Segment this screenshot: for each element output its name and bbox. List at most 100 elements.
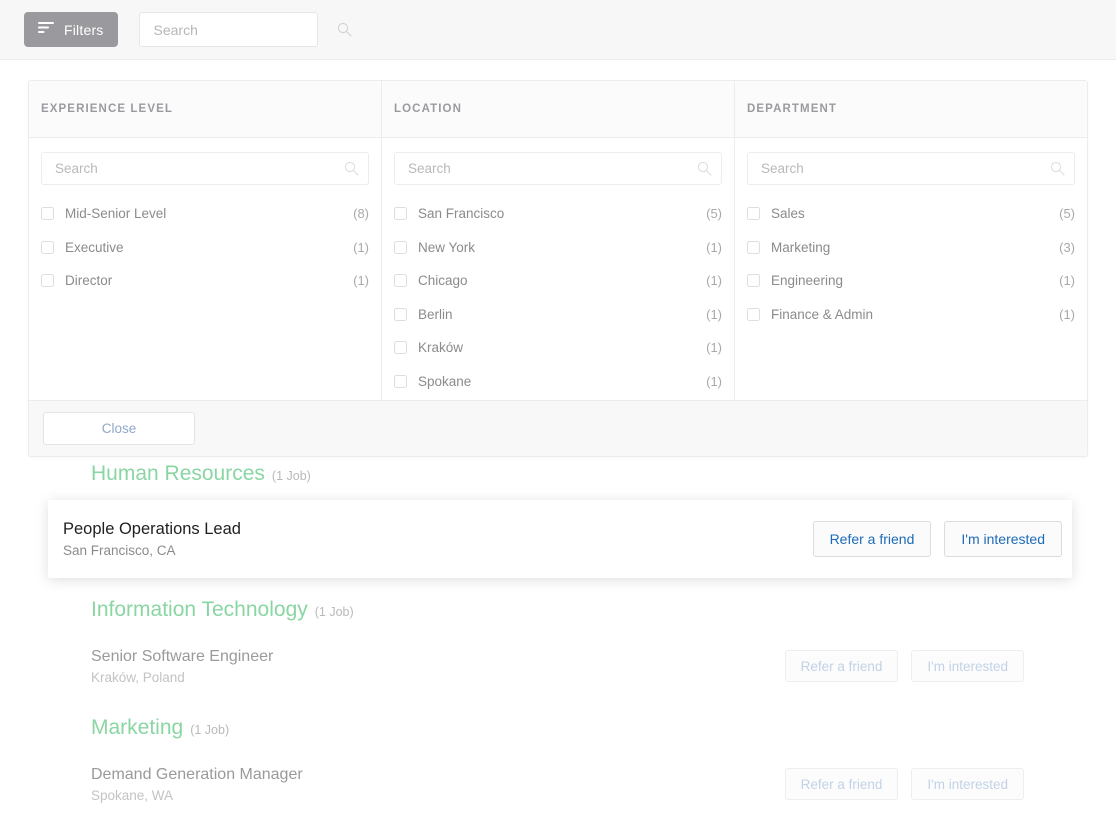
job-info: Demand Generation Manager Spokane, WA — [91, 766, 303, 803]
checkbox[interactable] — [394, 374, 407, 388]
refer-a-friend-button[interactable]: Refer a friend — [784, 768, 899, 800]
department-search-box[interactable] — [747, 152, 1075, 185]
job-group-heading: Information Technology (1 Job) — [0, 598, 1116, 622]
job-row[interactable]: Demand Generation Manager Spokane, WA Re… — [0, 748, 1116, 820]
job-info: People Operations Lead San Francisco, CA — [63, 520, 241, 558]
job-actions: Refer a friend I'm interested — [784, 768, 1024, 800]
filter-option-label: Kraków — [418, 340, 464, 356]
checkbox[interactable] — [747, 307, 760, 321]
filter-panel-footer: Close — [29, 400, 1087, 456]
filter-option[interactable]: Berlin (1) — [394, 298, 722, 332]
filter-option-count: (5) — [1059, 206, 1075, 222]
filter-option[interactable]: Marketing (3) — [747, 231, 1075, 265]
filter-option-label: Executive — [65, 239, 124, 255]
filter-option-count: (1) — [353, 273, 369, 289]
filter-option-count: (3) — [1059, 239, 1075, 255]
filter-option-count: (1) — [1059, 306, 1075, 322]
checkbox[interactable] — [41, 207, 54, 221]
job-group-count: (1 Job) — [271, 469, 311, 483]
job-row[interactable]: Senior Software Engineer Kraków, Poland … — [0, 630, 1116, 702]
filter-option-count: (8) — [353, 206, 369, 222]
filter-option[interactable]: Kraków (1) — [394, 331, 722, 365]
search-icon — [337, 22, 352, 37]
filter-option-count: (1) — [706, 239, 722, 255]
department-options: Sales (5) Marketing (3) Engineering (1) … — [735, 189, 1087, 331]
filter-option-label: Spokane — [418, 373, 472, 389]
checkbox[interactable] — [394, 207, 407, 221]
filter-option-label: San Francisco — [418, 206, 505, 222]
job-group-heading: Marketing (1 Job) — [0, 716, 1116, 740]
filters-button-label: Filters — [64, 21, 104, 38]
filter-option[interactable]: San Francisco (5) — [394, 197, 722, 231]
refer-a-friend-button[interactable]: Refer a friend — [784, 650, 899, 682]
filter-option[interactable]: Sales (5) — [747, 197, 1075, 231]
checkbox[interactable] — [41, 274, 54, 288]
job-location: Kraków, Poland — [91, 669, 185, 685]
checkbox[interactable] — [394, 307, 407, 321]
checkbox[interactable] — [394, 341, 407, 355]
refer-a-friend-button[interactable]: Refer a friend — [812, 521, 932, 557]
filter-option-count: (1) — [1059, 273, 1075, 289]
filter-option[interactable]: Mid-Senior Level (8) — [41, 197, 369, 231]
global-search-input[interactable] — [151, 20, 337, 39]
filter-option[interactable]: Engineering (1) — [747, 264, 1075, 298]
checkbox[interactable] — [394, 240, 407, 254]
filter-lines-icon — [38, 21, 55, 39]
im-interested-button[interactable]: I'm interested — [944, 521, 1062, 557]
filters-button[interactable]: Filters — [24, 12, 118, 47]
checkbox[interactable] — [747, 240, 760, 254]
filter-option-label: New York — [418, 239, 476, 255]
im-interested-button[interactable]: I'm interested — [911, 650, 1024, 682]
filter-column-header: EXPERIENCE LEVEL — [29, 81, 381, 138]
filter-column-header: DEPARTMENT — [735, 81, 1087, 138]
checkbox[interactable] — [394, 274, 407, 288]
filter-column-location: LOCATION San Francisco (5) — [382, 81, 735, 400]
filter-option[interactable]: Executive (1) — [41, 231, 369, 265]
im-interested-button[interactable]: I'm interested — [911, 768, 1024, 800]
experience-level-options: Mid-Senior Level (8) Executive (1) Direc… — [29, 189, 381, 298]
search-icon — [697, 161, 712, 176]
department-search-input[interactable] — [759, 160, 1050, 177]
job-title: People Operations Lead — [63, 520, 241, 538]
filter-option-count: (1) — [706, 373, 722, 389]
filter-option-count: (1) — [706, 306, 722, 322]
job-card-highlighted[interactable]: People Operations Lead San Francisco, CA… — [48, 500, 1072, 578]
job-group-count: (1 Job) — [314, 605, 354, 619]
location-search-input[interactable] — [406, 160, 697, 177]
filter-option-label: Berlin — [418, 306, 453, 322]
filter-column-header: LOCATION — [382, 81, 734, 138]
job-group-heading: Human Resources (1 Job) — [0, 462, 1116, 486]
filter-column-title: DEPARTMENT — [747, 103, 838, 115]
filter-option-count: (1) — [353, 239, 369, 255]
job-location: San Francisco, CA — [63, 543, 176, 558]
checkbox[interactable] — [41, 240, 54, 254]
filter-option-label: Sales — [771, 206, 805, 222]
checkbox[interactable] — [747, 274, 760, 288]
filter-column-department: DEPARTMENT Sales (5) — [735, 81, 1087, 400]
filter-option-label: Engineering — [771, 273, 844, 289]
filter-option-count: (5) — [706, 206, 722, 222]
experience-level-search-input[interactable] — [53, 160, 344, 177]
experience-level-search-box[interactable] — [41, 152, 369, 185]
location-search-box[interactable] — [394, 152, 722, 185]
filter-option[interactable]: Finance & Admin (1) — [747, 298, 1075, 332]
filter-option-label: Director — [65, 273, 113, 289]
close-filters-button[interactable]: Close — [43, 412, 195, 445]
checkbox[interactable] — [747, 207, 760, 221]
search-icon — [344, 161, 359, 176]
job-actions: Refer a friend I'm interested — [812, 521, 1062, 557]
filter-column-title: EXPERIENCE LEVEL — [41, 103, 173, 115]
job-actions: Refer a friend I'm interested — [784, 650, 1024, 682]
filter-option[interactable]: Chicago (1) — [394, 264, 722, 298]
job-group-name: Information Technology — [91, 598, 308, 621]
filter-option[interactable]: Spokane (1) — [394, 365, 722, 399]
filter-option-label: Finance & Admin — [771, 306, 874, 322]
filter-option[interactable]: Director (1) — [41, 264, 369, 298]
filter-option-count: (1) — [706, 273, 722, 289]
job-group-count: (1 Job) — [190, 723, 230, 737]
filter-column-experience-level: EXPERIENCE LEVEL Mid-Senior Level (8) — [29, 81, 382, 400]
job-list: Human Resources (1 Job) People Operation… — [0, 462, 1116, 820]
global-search-box[interactable] — [138, 12, 352, 47]
location-options: San Francisco (5) New York (1) Chicago (… — [382, 189, 734, 398]
filter-option[interactable]: New York (1) — [394, 231, 722, 265]
